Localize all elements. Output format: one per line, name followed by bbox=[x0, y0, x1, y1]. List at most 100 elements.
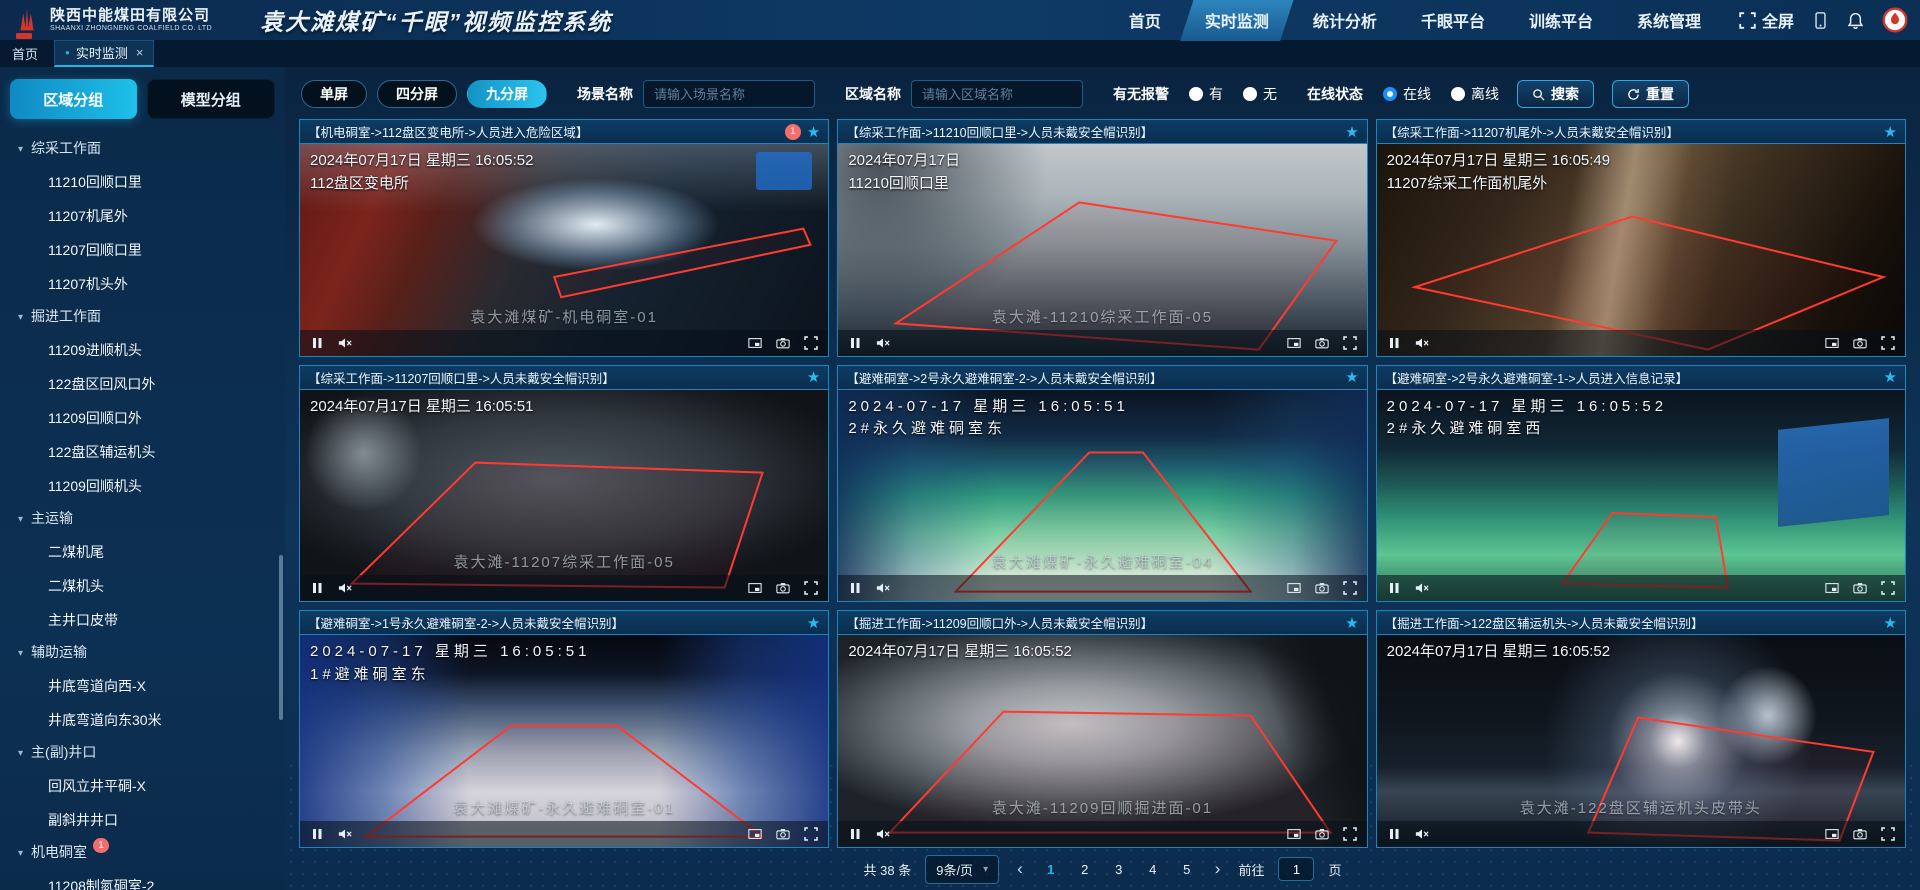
snapshot-icon[interactable] bbox=[776, 336, 790, 350]
fullscreen-icon[interactable] bbox=[1881, 827, 1895, 841]
favorite-star-icon[interactable]: ★ bbox=[807, 614, 820, 632]
tab-realtime-monitor[interactable]: ● 实时监测 × bbox=[54, 40, 154, 67]
tree-leaf[interactable]: 11207机头外 bbox=[0, 267, 285, 301]
fullscreen-icon[interactable] bbox=[804, 336, 818, 350]
favorite-star-icon[interactable]: ★ bbox=[1884, 614, 1897, 632]
pause-icon[interactable] bbox=[310, 336, 324, 350]
goto-page-input[interactable] bbox=[1278, 857, 1314, 881]
tree-leaf[interactable]: 二煤机头 bbox=[0, 569, 285, 603]
radio-online[interactable]: 在线 bbox=[1383, 84, 1431, 104]
reset-button[interactable]: 重置 bbox=[1612, 80, 1689, 108]
region-name-input[interactable] bbox=[911, 80, 1083, 108]
video-frame[interactable]: 2024年07月17日 星期三 16:05:52 袁大滩-122盘区辅运机头皮带… bbox=[1377, 635, 1905, 847]
pause-icon[interactable] bbox=[848, 581, 862, 595]
pip-icon[interactable] bbox=[748, 336, 762, 350]
breadcrumb-home[interactable]: 首页 bbox=[12, 44, 38, 63]
mute-icon[interactable] bbox=[338, 581, 352, 595]
fullscreen-toggle[interactable]: 全屏 bbox=[1739, 8, 1794, 32]
pause-icon[interactable] bbox=[848, 336, 862, 350]
nav-item-qianyan-platform[interactable]: 千眼平台 bbox=[1417, 0, 1489, 41]
video-frame[interactable]: 2024-07-17 星期三 16:05:51 1#避难硐室东 袁大滩煤矿-永久… bbox=[300, 635, 828, 847]
next-page-button[interactable]: › bbox=[1211, 859, 1225, 879]
video-frame[interactable]: 2024年07月17日 星期三 16:05:52 袁大滩-11209回顺掘进面-… bbox=[838, 635, 1366, 847]
pip-icon[interactable] bbox=[1825, 336, 1839, 350]
fullscreen-icon[interactable] bbox=[1343, 827, 1357, 841]
favorite-star-icon[interactable]: ★ bbox=[1345, 614, 1358, 632]
pause-icon[interactable] bbox=[1387, 336, 1401, 350]
mute-icon[interactable] bbox=[1415, 827, 1429, 841]
mobile-phone-icon[interactable] bbox=[1812, 12, 1829, 29]
snapshot-icon[interactable] bbox=[1853, 581, 1867, 595]
pip-icon[interactable] bbox=[748, 827, 762, 841]
tree-leaf[interactable]: 11208制氮硐室-2 bbox=[0, 869, 285, 890]
favorite-star-icon[interactable]: ★ bbox=[1345, 123, 1358, 141]
close-icon[interactable]: × bbox=[136, 45, 144, 60]
tree-group-aux-transport[interactable]: ▾ 辅助运输 bbox=[0, 637, 285, 669]
tree-group-main-transport[interactable]: ▾ 主运输 bbox=[0, 503, 285, 535]
page-number-5[interactable]: 5 bbox=[1177, 862, 1197, 877]
snapshot-icon[interactable] bbox=[1853, 336, 1867, 350]
nav-item-home[interactable]: 首页 bbox=[1125, 0, 1165, 41]
tree-leaf[interactable]: 11207回顺口里 bbox=[0, 233, 285, 267]
tree-leaf[interactable]: 井底弯道向东30米 bbox=[0, 703, 285, 737]
mute-icon[interactable] bbox=[876, 827, 890, 841]
favorite-star-icon[interactable]: ★ bbox=[1345, 368, 1358, 386]
radio-alarm-no[interactable]: 无 bbox=[1243, 84, 1277, 104]
video-frame[interactable]: 2024年07月17日 星期三 16:05:51 袁大滩-11207综采工作面-… bbox=[300, 390, 828, 602]
radio-offline[interactable]: 离线 bbox=[1451, 84, 1499, 104]
favorite-star-icon[interactable]: ★ bbox=[807, 368, 820, 386]
fullscreen-icon[interactable] bbox=[804, 581, 818, 595]
snapshot-icon[interactable] bbox=[776, 827, 790, 841]
nav-item-training-platform[interactable]: 训练平台 bbox=[1525, 0, 1597, 41]
tree-leaf[interactable]: 11207机尾外 bbox=[0, 199, 285, 233]
pip-icon[interactable] bbox=[748, 581, 762, 595]
pip-icon[interactable] bbox=[1287, 336, 1301, 350]
page-number-1[interactable]: 1 bbox=[1041, 862, 1061, 877]
tree-leaf[interactable]: 122盘区辅运机头 bbox=[0, 435, 285, 469]
tree-leaf[interactable]: 122盘区回风口外 bbox=[0, 367, 285, 401]
page-number-3[interactable]: 3 bbox=[1109, 862, 1129, 877]
favorite-star-icon[interactable]: ★ bbox=[1884, 368, 1897, 386]
pip-icon[interactable] bbox=[1287, 581, 1301, 595]
mute-icon[interactable] bbox=[338, 827, 352, 841]
snapshot-icon[interactable] bbox=[1315, 581, 1329, 595]
mute-icon[interactable] bbox=[1415, 336, 1429, 350]
snapshot-icon[interactable] bbox=[1853, 827, 1867, 841]
tree-leaf[interactable]: 11209回顺口外 bbox=[0, 401, 285, 435]
page-size-select[interactable]: 9条/页 ▾ bbox=[925, 855, 999, 884]
nav-item-realtime-monitor[interactable]: 实时监测 bbox=[1201, 0, 1273, 41]
tree-group-electromechanical-chamber[interactable]: ▾ 机电硐室 1 bbox=[0, 837, 285, 869]
pip-icon[interactable] bbox=[1287, 827, 1301, 841]
page-number-4[interactable]: 4 bbox=[1143, 862, 1163, 877]
pause-icon[interactable] bbox=[848, 827, 862, 841]
tree-leaf[interactable]: 井底弯道向西-X bbox=[0, 669, 285, 703]
fullscreen-icon[interactable] bbox=[1881, 336, 1895, 350]
tree-leaf[interactable]: 11210回顺口里 bbox=[0, 165, 285, 199]
scene-name-input[interactable] bbox=[643, 80, 815, 108]
snapshot-icon[interactable] bbox=[1315, 336, 1329, 350]
tree-group-mining-face[interactable]: ▾ 综采工作面 bbox=[0, 133, 285, 165]
radio-alarm-yes[interactable]: 有 bbox=[1189, 84, 1223, 104]
sidebar-tab-region-group[interactable]: 区域分组 bbox=[10, 79, 137, 119]
tree-leaf[interactable]: 11209进顺机头 bbox=[0, 333, 285, 367]
fullscreen-icon[interactable] bbox=[1343, 336, 1357, 350]
favorite-star-icon[interactable]: ★ bbox=[1884, 123, 1897, 141]
nav-item-statistics[interactable]: 统计分析 bbox=[1309, 0, 1381, 41]
single-screen-button[interactable]: 单屏 bbox=[301, 80, 367, 108]
snapshot-icon[interactable] bbox=[776, 581, 790, 595]
tree-group-heading-face[interactable]: ▾ 掘进工作面 bbox=[0, 301, 285, 333]
pause-icon[interactable] bbox=[310, 581, 324, 595]
pip-icon[interactable] bbox=[1825, 581, 1839, 595]
fullscreen-icon[interactable] bbox=[804, 827, 818, 841]
tree-group-shaft-mouth[interactable]: ▾ 主(副)井口 bbox=[0, 737, 285, 769]
prev-page-button[interactable]: ‹ bbox=[1013, 859, 1027, 879]
tree-leaf[interactable]: 二煤机尾 bbox=[0, 535, 285, 569]
tree-leaf[interactable]: 主井口皮带 bbox=[0, 603, 285, 637]
fullscreen-icon[interactable] bbox=[1881, 581, 1895, 595]
mute-icon[interactable] bbox=[1415, 581, 1429, 595]
video-frame[interactable]: 2024-07-17 星期三 16:05:52 2#永久避难硐室西 bbox=[1377, 390, 1905, 602]
favorite-star-icon[interactable]: ★ bbox=[807, 123, 820, 141]
pause-icon[interactable] bbox=[1387, 827, 1401, 841]
tree-leaf[interactable]: 副斜井井口 bbox=[0, 803, 285, 837]
tree-leaf[interactable]: 回风立井平硐-X bbox=[0, 769, 285, 803]
